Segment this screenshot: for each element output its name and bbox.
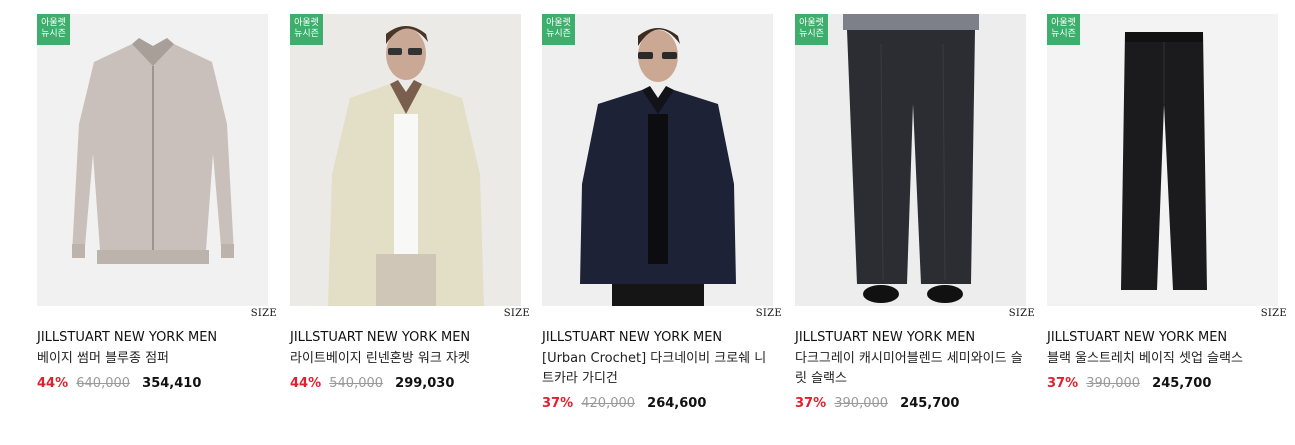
product-image[interactable]: 아울렛 뉴시즌 <box>795 14 1026 306</box>
product-brand: JILLSTUART NEW YORK MEN <box>290 330 471 345</box>
product-card[interactable]: 아울렛 뉴시즌 SIZE JILLSTUART NEW YORK MEN [Urb… <box>542 14 782 413</box>
size-label[interactable]: SIZE <box>290 306 530 323</box>
jacket-image <box>37 14 268 306</box>
model-slacks-image <box>795 14 1026 306</box>
original-price: 540,000 <box>329 376 384 391</box>
price-row: 44% 640,000 354,410 <box>37 375 268 393</box>
outlet-new-season-badge: 아울렛 뉴시즌 <box>1047 14 1080 45</box>
sale-price: 245,700 <box>1152 376 1212 391</box>
original-price: 390,000 <box>1086 376 1141 391</box>
product-name[interactable]: 베이지 썸머 블루종 점퍼 <box>37 349 265 369</box>
outlet-new-season-badge: 아울렛 뉴시즌 <box>795 14 828 45</box>
product-card[interactable]: 아울렛 뉴시즌 SIZE JILLSTUART NEW YORK MEN 블랙 울… <box>1047 14 1287 393</box>
size-label[interactable]: SIZE <box>37 306 277 323</box>
price-row: 37% 390,000 245,700 <box>795 395 1026 413</box>
outlet-new-season-badge: 아울렛 뉴시즌 <box>290 14 323 45</box>
price-row: 37% 420,000 264,600 <box>542 395 773 413</box>
product-name[interactable]: [Urban Crochet] 다크네이비 크로쉐 니트카라 가디건 <box>542 349 770 389</box>
product-image[interactable]: 아울렛 뉴시즌 <box>290 14 521 306</box>
product-brand: JILLSTUART NEW YORK MEN <box>542 330 723 345</box>
product-card[interactable]: 아울렛 뉴시즌 SIZE JILLSTUART NEW YORK MEN 다크그레… <box>795 14 1035 413</box>
outlet-new-season-badge: 아울렛 뉴시즌 <box>542 14 575 45</box>
product-card[interactable]: 아울렛 뉴시즌 SIZE JILLSTUART NEW YORK MEN 베이지 … <box>37 14 277 393</box>
sale-price: 354,410 <box>142 376 202 391</box>
slacks-image <box>1047 14 1278 306</box>
discount-rate: 37% <box>795 396 827 411</box>
product-card[interactable]: 아울렛 뉴시즌 SIZE JILLSTUART NEW YORK MEN 라이트베… <box>290 14 530 393</box>
original-price: 640,000 <box>76 376 131 391</box>
sale-price: 264,600 <box>647 396 707 411</box>
product-brand: JILLSTUART NEW YORK MEN <box>37 330 218 345</box>
original-price: 420,000 <box>581 396 636 411</box>
discount-rate: 44% <box>290 376 322 391</box>
product-brand: JILLSTUART NEW YORK MEN <box>1047 330 1228 345</box>
price-row: 44% 540,000 299,030 <box>290 375 521 393</box>
sale-price: 245,700 <box>900 396 960 411</box>
discount-rate: 37% <box>542 396 574 411</box>
product-image[interactable]: 아울렛 뉴시즌 <box>37 14 268 306</box>
price-row: 37% 390,000 245,700 <box>1047 375 1278 393</box>
original-price: 390,000 <box>834 396 889 411</box>
product-image[interactable]: 아울렛 뉴시즌 <box>542 14 773 306</box>
model-jacket-image <box>290 14 521 306</box>
sale-price: 299,030 <box>395 376 455 391</box>
product-name[interactable]: 블랙 울스트레치 베이직 셋업 슬랙스 <box>1047 349 1275 369</box>
size-label[interactable]: SIZE <box>542 306 782 323</box>
product-name[interactable]: 다크그레이 캐시미어블렌드 세미와이드 슬릿 슬랙스 <box>795 349 1023 389</box>
discount-rate: 44% <box>37 376 69 391</box>
discount-rate: 37% <box>1047 376 1079 391</box>
size-label[interactable]: SIZE <box>1047 306 1287 323</box>
product-grid: 아울렛 뉴시즌 SIZE JILLSTUART NEW YORK MEN 베이지 … <box>0 0 1295 445</box>
model-cardigan-image <box>542 14 773 306</box>
outlet-new-season-badge: 아울렛 뉴시즌 <box>37 14 70 45</box>
product-image[interactable]: 아울렛 뉴시즌 <box>1047 14 1278 306</box>
product-brand: JILLSTUART NEW YORK MEN <box>795 330 976 345</box>
product-name[interactable]: 라이트베이지 린넨혼방 워크 자켓 <box>290 349 518 369</box>
size-label[interactable]: SIZE <box>795 306 1035 323</box>
